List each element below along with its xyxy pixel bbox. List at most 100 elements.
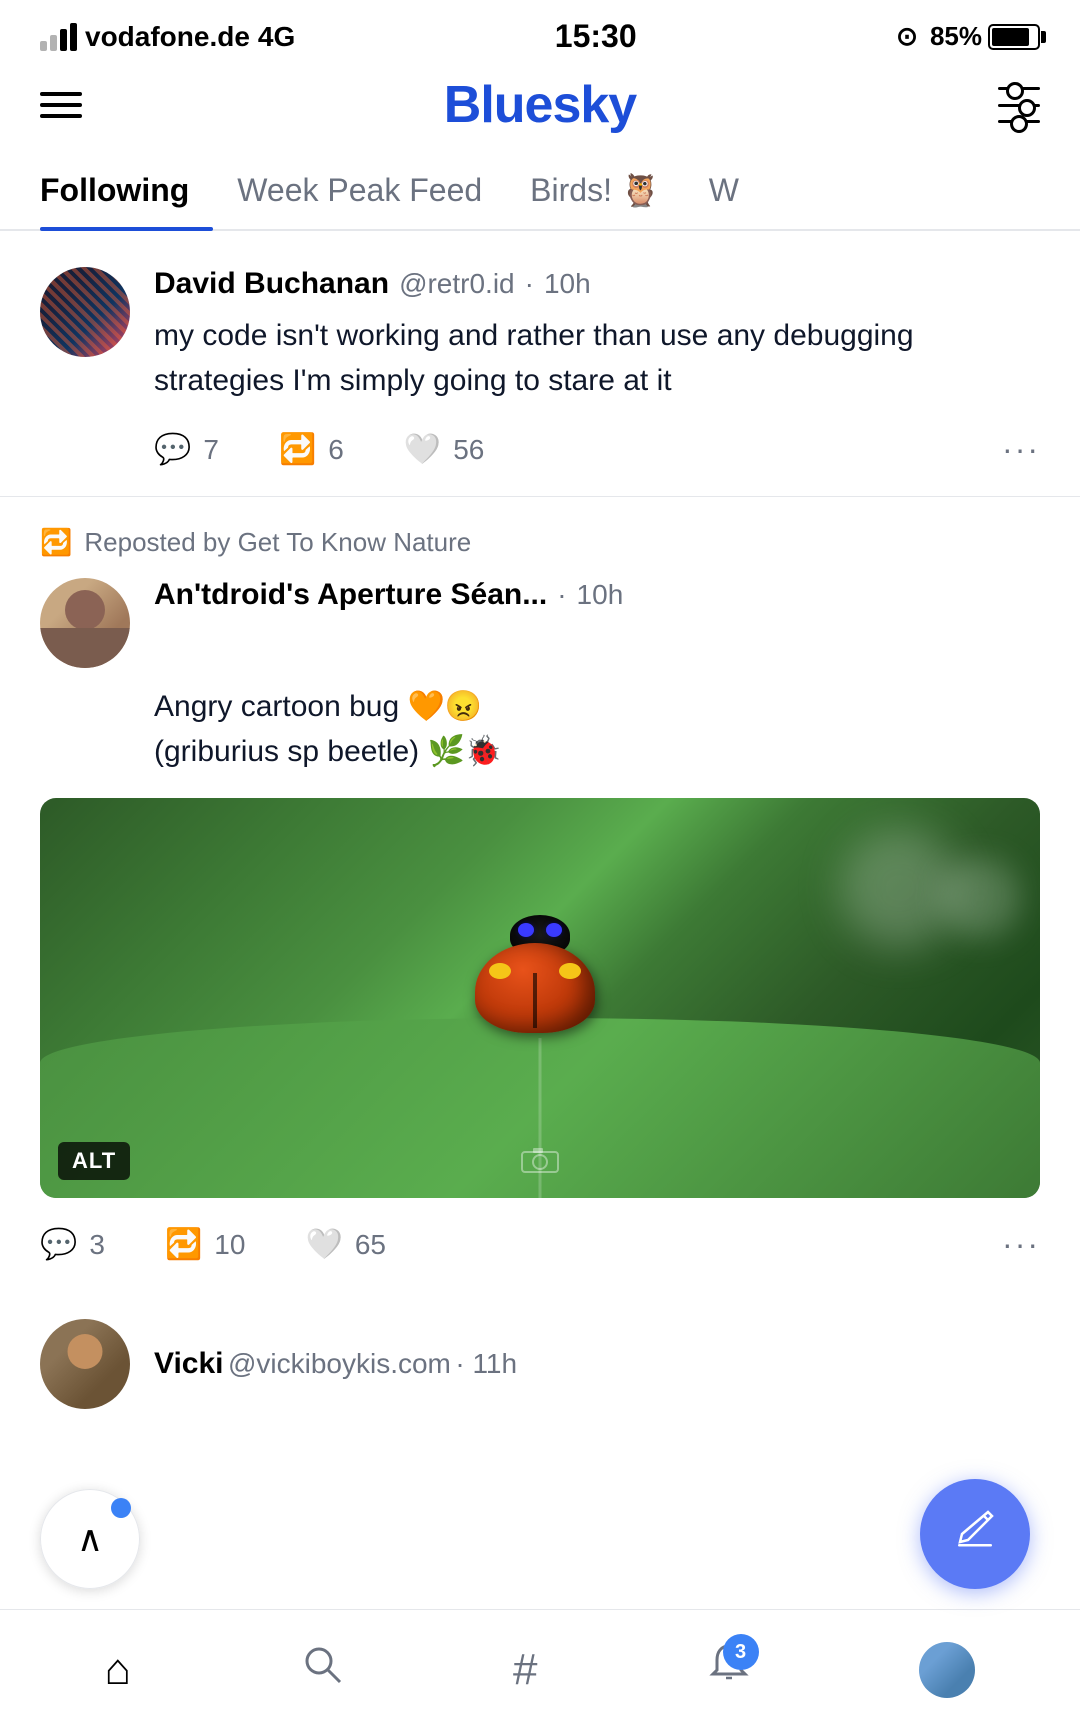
signal-icon [40,23,77,51]
peeked-post: Vicki @vickiboykis.com · 11h [0,1291,1080,1409]
post-author[interactable]: An'tdroid's Aperture Séan... [154,578,547,612]
repost-icon: 🔁 [279,432,316,467]
post-meta: David Buchanan @retr0.id · 10h [154,267,1040,301]
filter-button[interactable] [998,87,1040,123]
beetle-photo: ALT [40,798,1040,1198]
app-title: Bluesky [444,75,636,135]
post-author[interactable]: David Buchanan [154,267,389,301]
feed: David Buchanan @retr0.id · 10h my code i… [0,231,1080,1409]
repost-label: 🔁 Reposted by Get To Know Nature [0,497,1080,558]
bottom-nav: ⌂ # 3 [0,1609,1080,1729]
compose-icon [950,1504,1000,1565]
post-content: David Buchanan @retr0.id · 10h my code i… [154,267,1040,468]
battery-icon [988,24,1040,50]
nav-search[interactable] [300,1642,344,1697]
avatar[interactable] [40,578,130,668]
more-button[interactable]: ··· [1002,431,1040,468]
reply-button[interactable]: 💬 7 [154,432,219,467]
app-header: Bluesky [0,65,1080,155]
post-time: 10h [577,579,624,611]
notification-dot [111,1498,131,1518]
post-actions: 💬 7 🔁 6 🤍 56 ··· [154,431,1040,468]
post-header: David Buchanan @retr0.id · 10h my code i… [40,267,1040,468]
beetle-spot [559,963,581,979]
status-left: vodafone.de 4G [40,21,295,53]
battery-percent: 85% [930,21,982,52]
tabs-bar: Following Week Peak Feed Birds! 🦉 W [0,155,1080,231]
nav-profile[interactable] [919,1642,975,1698]
bg-blur [940,858,1020,938]
time-label: 15:30 [555,18,637,55]
nav-hashtag[interactable]: # [513,1645,537,1695]
repost-label-text: Reposted by Get To Know Nature [84,527,471,558]
nav-notifications[interactable]: 3 [707,1642,751,1697]
post-text: my code isn't working and rather than us… [154,313,1040,403]
tab-following[interactable]: Following [40,156,213,229]
location-icon: ⊙ [896,21,918,52]
avatar[interactable] [40,267,130,357]
reply-count: 7 [203,434,219,466]
like-count: 56 [453,434,484,466]
like-count: 65 [355,1229,386,1261]
filter-icon-line3 [998,120,1040,123]
peeked-post-meta: Vicki @vickiboykis.com · 11h [154,1347,517,1381]
beetle-eye [518,923,534,937]
nav-home[interactable]: ⌂ [104,1645,131,1695]
menu-icon-line1 [40,92,82,96]
battery-fill [992,28,1029,46]
post-item: An'tdroid's Aperture Séan... · 10h Angry… [0,578,1080,1291]
like-button[interactable]: 🤍 56 [404,432,485,467]
repost-button[interactable]: 🔁 6 [279,432,344,467]
repost-count: 10 [214,1229,245,1261]
like-button[interactable]: 🤍 65 [305,1227,386,1262]
post-image[interactable]: ALT [40,798,1040,1198]
network-label: 4G [258,21,295,53]
menu-icon-line3 [40,114,82,118]
reply-icon: 💬 [40,1227,77,1262]
status-bar: vodafone.de 4G 15:30 ⊙ 85% [0,0,1080,65]
repost-icon: 🔁 [165,1227,202,1262]
chevron-up-icon: ∧ [77,1518,103,1560]
tab-birds[interactable]: Birds! 🦉 [506,155,685,229]
post-handle: @vickiboykis.com [228,1348,451,1379]
scroll-up-button[interactable]: ∧ [40,1489,140,1589]
repost-label-icon: 🔁 [40,527,72,558]
post-handle: @retr0.id [399,268,515,300]
tab-week-peak[interactable]: Week Peak Feed [213,156,506,229]
alt-badge[interactable]: ALT [58,1142,130,1180]
post-time: 10h [544,268,591,300]
post-meta: An'tdroid's Aperture Séan... · 10h [154,578,1040,612]
compose-button[interactable] [920,1479,1030,1589]
beetle-stripe [533,973,537,1028]
search-icon [300,1642,344,1697]
post-author[interactable]: Vicki [154,1347,224,1380]
post-text: Angry cartoon bug 🧡😠(griburius sp beetle… [154,684,1040,774]
repost-count: 6 [328,434,344,466]
camera-watermark [520,1144,560,1180]
reply-icon: 💬 [154,432,191,467]
reply-count: 3 [89,1229,105,1261]
post-actions: 💬 3 🔁 10 🤍 65 ··· [40,1226,1040,1263]
profile-avatar [919,1642,975,1698]
reply-button[interactable]: 💬 3 [40,1227,105,1262]
hashtag-icon: # [513,1645,537,1695]
carrier-label: vodafone.de [85,21,250,53]
post-time: 11h [472,1348,517,1379]
battery-indicator: 85% [930,21,1040,52]
beetle-eye [546,923,562,937]
tab-w[interactable]: W [685,156,763,229]
avatar[interactable] [40,1319,130,1409]
like-icon: 🤍 [305,1227,342,1262]
notification-badge: 3 [723,1634,759,1670]
repost-button[interactable]: 🔁 10 [165,1227,246,1262]
like-icon: 🤍 [404,432,441,467]
beetle [475,943,605,1043]
beetle-shell [475,943,595,1033]
filter-icon-line2 [998,104,1040,107]
home-icon: ⌂ [104,1645,131,1695]
status-right: ⊙ 85% [896,21,1040,52]
filter-icon-line1 [998,87,1040,90]
post-content: An'tdroid's Aperture Séan... · 10h [154,578,1040,624]
more-button[interactable]: ··· [1002,1226,1040,1263]
menu-button[interactable] [40,92,82,118]
